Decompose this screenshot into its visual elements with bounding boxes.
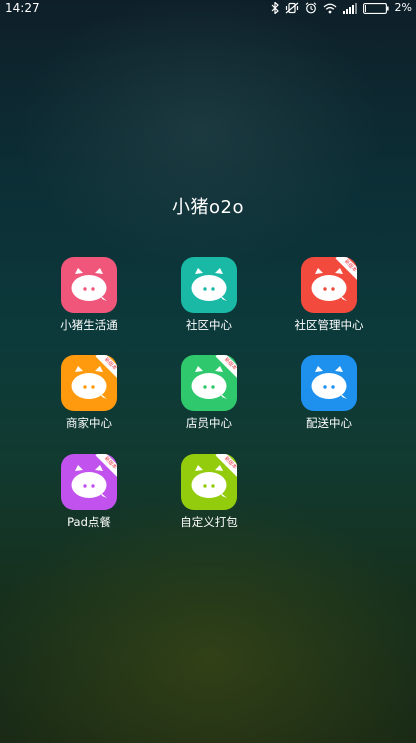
- app-item[interactable]: 新版本 商家中心: [34, 355, 144, 445]
- app-label: 社区管理中心: [294, 318, 364, 332]
- app-item[interactable]: 新版本 自定义打包: [154, 454, 264, 544]
- app-label: 配送中心: [306, 416, 352, 430]
- pig-app-icon[interactable]: 新版本: [301, 257, 357, 313]
- pig-app-icon[interactable]: [181, 257, 237, 313]
- app-grid: 小猪生活通 社区中心 新版本 社区管理中心 新版本 商家中心 新版本 店员中心 配送中心 新版本 P…: [0, 0, 416, 743]
- app-item[interactable]: 小猪生活通: [34, 257, 144, 347]
- pig-app-icon[interactable]: [61, 257, 117, 313]
- app-label: Pad点餐: [67, 515, 111, 529]
- app-label: 店员中心: [186, 416, 232, 430]
- app-item[interactable]: 新版本 店员中心: [154, 355, 264, 445]
- app-label: 社区中心: [186, 318, 232, 332]
- app-label: 自定义打包: [180, 515, 238, 529]
- app-item[interactable]: 配送中心: [274, 355, 384, 445]
- app-label: 商家中心: [66, 416, 112, 430]
- pig-app-icon[interactable]: 新版本: [181, 355, 237, 411]
- app-item[interactable]: 新版本 Pad点餐: [34, 454, 144, 544]
- pig-app-icon[interactable]: 新版本: [61, 454, 117, 510]
- app-label: 小猪生活通: [60, 318, 118, 332]
- pig-app-icon[interactable]: 新版本: [181, 454, 237, 510]
- app-item[interactable]: 社区中心: [154, 257, 264, 347]
- pig-app-icon[interactable]: [301, 355, 357, 411]
- pig-app-icon[interactable]: 新版本: [61, 355, 117, 411]
- app-item[interactable]: 新版本 社区管理中心: [274, 257, 384, 347]
